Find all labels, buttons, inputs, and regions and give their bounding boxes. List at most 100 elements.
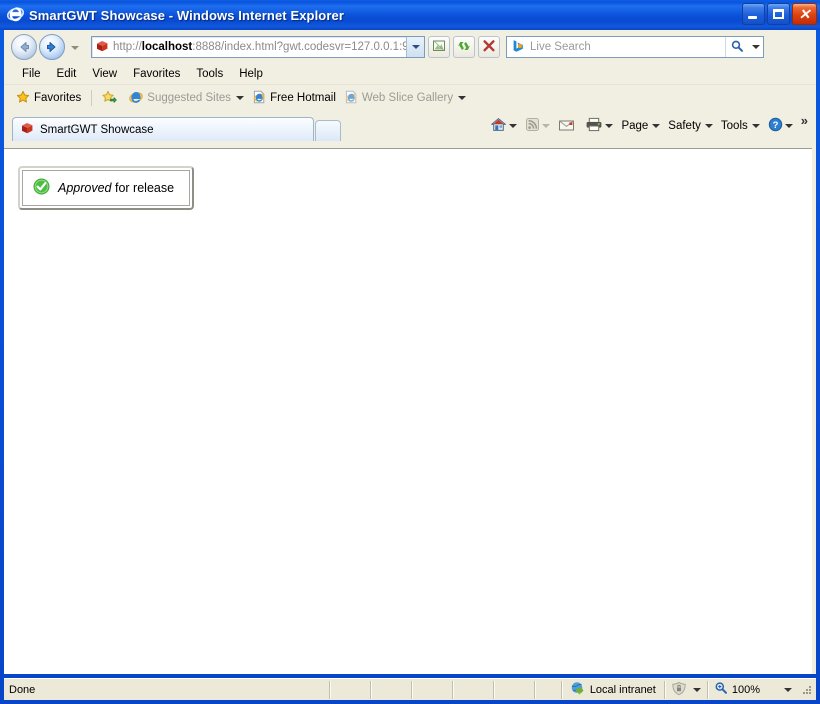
star-icon <box>16 90 30 107</box>
address-text: http://localhost:8888/index.html?gwt.cod… <box>113 41 406 53</box>
favorites-item-suggested-sites[interactable]: Suggested Sites <box>125 88 248 109</box>
protected-mode-indicator[interactable] <box>665 681 707 699</box>
chevron-down-icon <box>784 687 792 692</box>
approved-widget-inner: Approved for release <box>22 170 190 206</box>
globe-icon <box>570 681 585 699</box>
favorites-item-web-slice-gallery[interactable]: Web Slice Gallery <box>340 88 470 109</box>
close-button[interactable]: ✕ <box>792 3 817 25</box>
approved-rest: for release <box>111 181 175 195</box>
print-button[interactable] <box>581 115 617 137</box>
add-star-icon <box>102 90 118 107</box>
approved-for-release-widget[interactable]: Approved for release <box>18 166 194 210</box>
new-tab-button[interactable] <box>315 120 341 141</box>
favorites-item-label: Suggested Sites <box>147 92 232 104</box>
tab-label: SmartGWT Showcase <box>40 123 154 136</box>
security-zone-indicator[interactable]: Local intranet <box>562 681 664 699</box>
chevron-down-icon <box>236 96 245 100</box>
stop-icon <box>482 39 496 56</box>
zoom-control[interactable]: 100% <box>708 681 798 699</box>
search-box[interactable]: Live Search <box>506 36 764 58</box>
address-bar[interactable]: http://localhost:8888/index.html?gwt.cod… <box>91 36 425 58</box>
back-button[interactable] <box>11 34 37 60</box>
zoom-icon <box>714 681 728 698</box>
close-icon: ✕ <box>798 6 811 22</box>
svg-text:?: ? <box>772 120 778 131</box>
maximize-button[interactable] <box>767 3 790 25</box>
help-icon: ? <box>768 117 783 135</box>
menu-tools[interactable]: Tools <box>188 66 231 82</box>
window-title: SmartGWT Showcase - Windows Internet Exp… <box>29 7 344 23</box>
stop-button[interactable] <box>478 36 500 58</box>
refresh-icon <box>457 39 471 56</box>
safety-menu[interactable]: Safety <box>664 118 717 134</box>
command-bar-overflow-button[interactable]: » <box>797 113 812 136</box>
bing-icon <box>511 39 526 56</box>
feeds-button[interactable] <box>521 115 554 137</box>
rss-icon <box>525 117 540 135</box>
menu-edit[interactable]: Edit <box>49 66 85 82</box>
printer-icon <box>585 117 603 135</box>
divider <box>369 680 371 699</box>
home-button[interactable] <box>486 115 521 137</box>
chevron-down-icon <box>458 96 467 100</box>
menu-help[interactable]: Help <box>231 66 271 82</box>
search-input[interactable]: Live Search <box>530 41 725 53</box>
divider <box>91 90 93 106</box>
ie-page-icon <box>344 90 358 107</box>
chevron-down-icon <box>692 687 701 692</box>
favorites-item-label: Web Slice Gallery <box>361 92 454 104</box>
green-check-icon <box>33 178 50 198</box>
add-to-favorites-bar-button[interactable] <box>98 88 125 109</box>
home-icon <box>490 117 507 135</box>
compatibility-view-button[interactable] <box>428 36 450 58</box>
internet-explorer-icon <box>6 5 25 25</box>
approved-widget-text: Approved for release <box>58 181 174 195</box>
forward-arrow-icon <box>40 35 64 59</box>
address-dropdown-button[interactable] <box>406 37 424 57</box>
chevron-down-icon <box>652 124 661 128</box>
browser-window: SmartGWT Showcase - Windows Internet Exp… <box>0 0 820 704</box>
chevron-down-icon <box>704 124 713 128</box>
command-bar: Page Safety Tools ? » <box>486 113 812 139</box>
search-icon <box>730 39 744 56</box>
favorites-label: Favorites <box>34 92 82 104</box>
favorites-button[interactable]: Favorites <box>12 88 85 109</box>
forward-button[interactable] <box>39 34 65 60</box>
navigation-toolbar: http://localhost:8888/index.html?gwt.cod… <box>4 30 816 64</box>
safety-menu-label: Safety <box>668 120 701 132</box>
divider <box>328 680 330 699</box>
divider <box>533 680 535 699</box>
recent-pages-dropdown[interactable] <box>70 42 81 53</box>
compatibility-view-icon <box>432 39 446 56</box>
chevron-down-icon <box>605 124 614 128</box>
status-bar: Done Local intranet 100% <box>4 678 816 700</box>
favorites-bar: Favorites Suggested Sites Free Hotmail W… <box>4 84 816 111</box>
search-options-dropdown[interactable] <box>748 37 763 57</box>
search-button[interactable] <box>725 37 748 57</box>
chevron-down-icon <box>71 45 79 50</box>
help-menu[interactable]: ? <box>764 115 797 137</box>
window-controls: ✕ <box>742 3 817 25</box>
approved-emphasis: Approved <box>58 181 112 195</box>
refresh-button[interactable] <box>453 36 475 58</box>
divider <box>451 680 453 699</box>
tab-smartgwt-showcase[interactable]: SmartGWT Showcase <box>12 117 314 141</box>
favorites-item-label: Free Hotmail <box>270 92 336 104</box>
page-menu[interactable]: Page <box>617 118 664 134</box>
favorites-item-free-hotmail[interactable]: Free Hotmail <box>248 88 340 109</box>
resize-grip[interactable] <box>800 683 814 697</box>
mail-button[interactable] <box>554 116 581 137</box>
minimize-button[interactable] <box>742 3 765 25</box>
security-shield-icon <box>671 681 687 699</box>
chevron-down-icon <box>751 45 760 49</box>
menu-favorites[interactable]: Favorites <box>125 66 188 82</box>
page-content: Approved for release <box>4 148 812 674</box>
menu-file[interactable]: File <box>14 66 49 82</box>
menu-view[interactable]: View <box>84 66 125 82</box>
divider <box>492 680 494 699</box>
smartgwt-cube-icon <box>20 121 34 138</box>
tools-menu-label: Tools <box>720 120 748 132</box>
security-zone-label: Local intranet <box>589 683 656 696</box>
tools-menu[interactable]: Tools <box>717 118 764 134</box>
smartgwt-cube-icon <box>95 39 109 56</box>
